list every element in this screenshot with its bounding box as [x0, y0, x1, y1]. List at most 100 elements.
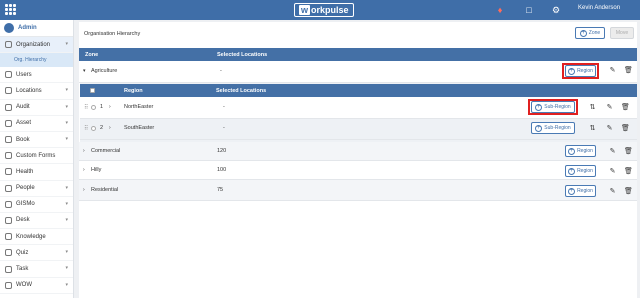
sidebar-item-task[interactable]: Task ▾ [0, 261, 73, 278]
chevron-down-icon: ▾ [65, 41, 68, 47]
add-region-button[interactable]: + Region [565, 185, 596, 197]
sidebar-item-label: Quiz [16, 249, 29, 256]
sidebar-item-label: Desk [16, 217, 30, 224]
workpulse-logo: w orkpulse [294, 3, 354, 17]
pencil-icon[interactable]: ✎ [609, 188, 616, 195]
sidebar-item-label: Knowledge [16, 233, 46, 240]
sidebar-item-locations[interactable]: Locations ▾ [0, 83, 73, 100]
row-radio[interactable] [91, 126, 96, 131]
trash-icon[interactable]: 🗑 [621, 125, 630, 132]
sidebar-item-wow[interactable]: WOW ▾ [0, 278, 73, 294]
trash-icon[interactable]: 🗑 [624, 188, 633, 195]
add-region-button[interactable]: + Region [565, 165, 596, 177]
sidebar-item-label: Task [16, 266, 29, 273]
selected-locations: 75 [217, 187, 224, 193]
gear-icon[interactable]: ⚙ [550, 4, 562, 16]
zone-name: Commercial [91, 148, 121, 154]
sidebar-item-label: People [16, 185, 35, 192]
sidebar-item-gismo[interactable]: GISMo ▾ [0, 197, 73, 213]
sidebar-item-label: GISMo [16, 201, 35, 208]
audit-icon [5, 103, 12, 111]
button-label: Region [577, 188, 593, 194]
sort-icon[interactable]: ⇅ [589, 104, 596, 111]
pencil-icon[interactable]: ✎ [609, 148, 616, 155]
sidebar-item-knowledge[interactable]: Knowledge [0, 229, 73, 246]
plus-circle-icon: + [568, 167, 576, 175]
pencil-icon[interactable]: ✎ [606, 104, 613, 111]
selected-locations: - [223, 125, 225, 131]
table-row[interactable]: › Hilly 100 [79, 161, 637, 180]
pencil-icon[interactable]: ✎ [606, 125, 613, 132]
expand-toggle-icon[interactable]: › [83, 187, 85, 193]
sidebar-item-people[interactable]: People ▾ [0, 181, 73, 197]
plus-circle-icon: + [535, 124, 543, 132]
chevron-down-icon: ▾ [65, 119, 68, 126]
app-grid-icon[interactable] [5, 4, 16, 15]
chevron-down-icon: ▾ [65, 200, 68, 207]
add-zone-button[interactable]: + Zone [575, 27, 605, 39]
table-row[interactable]: › Residential 75 [79, 180, 637, 201]
button-label: Move [615, 30, 629, 36]
trash-icon[interactable]: 🗑 [624, 168, 633, 175]
sort-icon[interactable]: ⇅ [589, 125, 596, 132]
chevron-down-icon: ▾ [65, 216, 68, 223]
sidebar-item-asset[interactable]: Asset ▾ [0, 116, 73, 132]
chevron-right-icon[interactable]: › [109, 125, 111, 131]
sidebar-item-label: Audit [16, 104, 30, 111]
chevron-down-icon: ▾ [65, 87, 68, 94]
sidebar-item-label: WOW [16, 282, 32, 289]
sidebar-item-health[interactable]: Health [0, 164, 73, 181]
sidebar-item-label: Organization [16, 41, 51, 48]
admin-header[interactable]: Admin [0, 20, 73, 37]
chevron-right-icon[interactable]: › [109, 104, 111, 110]
select-all-checkbox[interactable] [90, 88, 95, 93]
chevron-down-icon: ▾ [65, 184, 68, 191]
plus-circle-icon: + [568, 147, 576, 155]
row-index: 2 [100, 125, 104, 131]
sidebar-item-label: Users [16, 71, 32, 78]
location-icon [5, 87, 12, 95]
sidebar-item-desk[interactable]: Desk ▾ [0, 213, 73, 230]
table-row[interactable]: ▾ Agriculture - [79, 61, 637, 83]
button-label: Sub-Region [544, 125, 571, 131]
column-header-region: Region [124, 88, 143, 94]
selected-locations: - [223, 104, 225, 110]
trash-icon[interactable]: 🗑 [621, 104, 630, 111]
sidebar-item-users[interactable]: Users [0, 67, 73, 84]
sidebar-item-book[interactable]: Book ▾ [0, 132, 73, 149]
expand-toggle-icon[interactable]: › [83, 167, 85, 173]
selected-locations: - [220, 68, 222, 74]
pencil-icon[interactable]: ✎ [609, 168, 616, 175]
sidebar-item-custom-forms[interactable]: Custom Forms [0, 148, 73, 165]
sidebar-subitem-org-hierarchy[interactable]: Org. Hierarchy [0, 53, 73, 68]
trash-icon[interactable]: 🗑 [624, 148, 633, 155]
drag-handle-icon[interactable]: ⠿ [84, 125, 88, 132]
chevron-down-icon: ▾ [65, 135, 68, 142]
avatar [4, 23, 14, 33]
sidebar-item-label: Book [16, 136, 30, 143]
row-radio[interactable] [91, 105, 96, 110]
highlight-box [528, 99, 578, 115]
user-name[interactable]: Kevin Anderson [578, 5, 620, 11]
trash-icon[interactable]: 🗑 [624, 67, 633, 74]
bell-icon[interactable]: ♦ [494, 4, 506, 16]
sidebar-item-label: Locations [16, 87, 42, 94]
zone-name: Residential [91, 187, 119, 193]
sidebar-item-label: Custom Forms [16, 152, 56, 159]
sidebar-item-organization[interactable]: Organization ▾ [0, 37, 73, 54]
drag-handle-icon[interactable]: ⠿ [84, 104, 88, 111]
table-row[interactable]: › Commercial 120 [79, 142, 637, 161]
add-sub-region-button[interactable]: + Sub-Region [531, 122, 575, 134]
zone-table-header: Zone Selected Locations [79, 48, 637, 61]
plus-circle-icon: + [568, 187, 576, 195]
pencil-icon[interactable]: ✎ [609, 67, 616, 74]
chevron-down-icon: ▾ [65, 103, 68, 110]
add-region-button[interactable]: + Region [565, 145, 596, 157]
expand-toggle-icon[interactable]: › [83, 148, 85, 154]
sidebar-item-quiz[interactable]: Quiz ▾ [0, 245, 73, 262]
expand-toggle-icon[interactable]: ▾ [83, 68, 86, 74]
knowledge-icon [5, 233, 12, 241]
health-icon [5, 168, 12, 176]
chat-icon[interactable]: □ [523, 4, 535, 16]
sidebar-item-audit[interactable]: Audit ▾ [0, 100, 73, 116]
